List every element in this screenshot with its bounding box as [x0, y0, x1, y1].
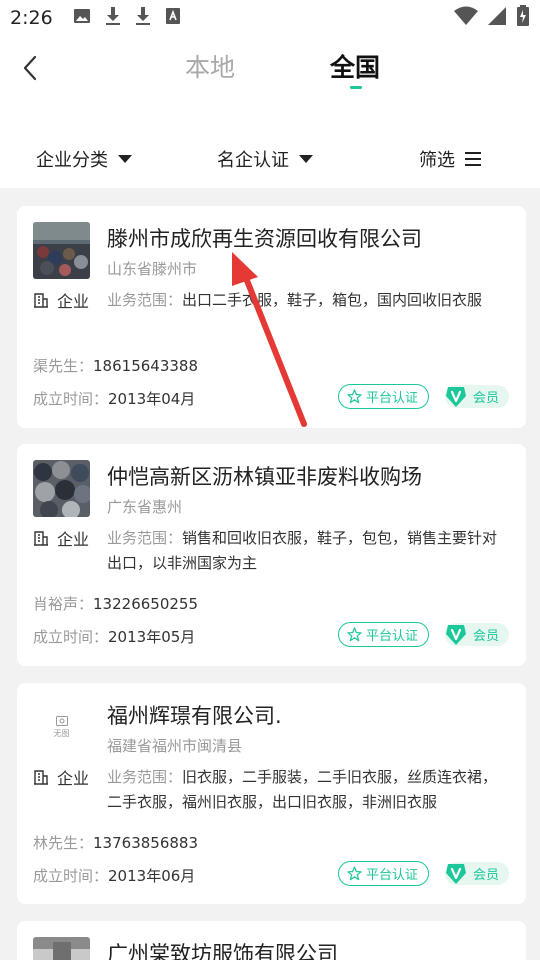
building-icon	[34, 770, 48, 785]
tab-indicator	[350, 86, 362, 89]
tab-local[interactable]: 本地	[185, 48, 235, 84]
founded-date: 2013年04月	[108, 390, 196, 408]
company-name[interactable]: 滕州市成欣再生资源回收有限公司	[107, 223, 422, 253]
contact-phone[interactable]: 13763856883	[93, 834, 198, 852]
company-type-label: 企业	[57, 769, 90, 788]
menu-icon	[465, 152, 481, 166]
contact-row: 肖裕声：13226650255	[33, 593, 198, 614]
building-icon	[34, 293, 48, 308]
filter-button[interactable]: 筛选	[419, 146, 481, 172]
building-icon	[34, 531, 48, 546]
member-label: 会员	[472, 391, 499, 406]
battery-icon	[516, 5, 530, 31]
platform-cert-badge: 平台认证	[337, 861, 429, 886]
founded-label: 成立时间：	[33, 390, 109, 408]
badges: 平台认证 会员	[337, 622, 509, 647]
contact-row: 渠先生：18615643388	[33, 355, 198, 376]
founded-row: 成立时间：2013年05月	[33, 626, 195, 647]
tab-national[interactable]: 全国	[330, 48, 380, 84]
certification-filter-label: 名企认证	[217, 150, 289, 171]
member-badge: 会员	[444, 862, 509, 885]
company-type: 企业	[33, 288, 89, 312]
star-icon	[347, 627, 362, 642]
founded-row: 成立时间：2013年04月	[33, 388, 195, 409]
business-scope: 业务范围：销售和回收旧衣服，鞋子，包包，销售主要针对出口，以非洲国家为主	[107, 526, 511, 576]
platform-cert-badge: 平台认证	[337, 384, 429, 409]
company-type: 企业	[33, 526, 89, 550]
founded-date: 2013年05月	[108, 628, 196, 646]
company-name[interactable]: 福州辉璟有限公司.	[107, 700, 282, 730]
contact-name: 肖裕声：	[33, 595, 94, 613]
top-navigation: 本地 全国	[0, 36, 540, 136]
company-card[interactable]: 无图 福州辉璟有限公司. 福建省福州市闽清县 企业 业务范围：旧衣服，二手服装，…	[17, 683, 526, 904]
business-scope: 业务范围：出口二手衣服，鞋子，箱包，国内回收旧衣服	[107, 288, 511, 313]
platform-cert-badge: 平台认证	[337, 622, 429, 647]
contact-row: 林先生：13763856883	[33, 832, 198, 853]
company-name[interactable]: 广州棠致坊服饰有限公司	[107, 938, 338, 960]
chevron-left-icon	[23, 55, 37, 81]
founded-label: 成立时间：	[33, 628, 109, 646]
badges: 平台认证 会员	[337, 861, 509, 886]
no-image-icon	[55, 716, 68, 726]
badges: 平台认证 会员	[337, 384, 509, 409]
image-icon	[73, 7, 91, 29]
business-scope: 业务范围：旧衣服，二手服装，二手旧衣服，丝质连衣裙，二手衣服，福州旧衣服，出口旧…	[107, 765, 511, 815]
download-icon	[135, 6, 151, 30]
contact-phone[interactable]: 13226650255	[93, 595, 198, 613]
member-badge: 会员	[444, 623, 509, 646]
star-icon	[347, 389, 362, 404]
company-type-label: 企业	[57, 530, 90, 549]
company-thumbnail	[33, 460, 90, 517]
app-notification-icon	[165, 7, 181, 29]
member-label: 会员	[472, 629, 499, 644]
wifi-icon	[454, 6, 478, 30]
business-scope-label: 业务范围：	[107, 768, 183, 786]
status-bar: 2:26	[0, 0, 540, 36]
member-label: 会员	[472, 868, 499, 883]
download-icon	[105, 6, 121, 30]
business-scope-text: 出口二手衣服，鞋子，箱包，国内回收旧衣服	[182, 291, 483, 309]
member-badge: 会员	[444, 385, 509, 408]
founded-date: 2013年06月	[108, 867, 196, 885]
company-thumbnail-placeholder: 无图	[33, 699, 90, 756]
contact-name: 林先生：	[33, 834, 94, 852]
company-card[interactable]: 仲恺高新区沥林镇亚非废料收购场 广东省惠州 企业 业务范围：销售和回收旧衣服，鞋…	[17, 444, 526, 666]
business-scope-label: 业务范围：	[107, 529, 183, 547]
company-location: 福建省福州市闽清县	[107, 737, 243, 755]
vip-shield-icon	[445, 387, 466, 407]
filter-bar: 企业分类 名企认证 筛选	[0, 136, 540, 188]
no-image-label: 无图	[53, 729, 70, 738]
company-thumbnail	[33, 937, 90, 960]
company-type-label: 企业	[57, 292, 90, 311]
vip-shield-icon	[445, 864, 466, 884]
platform-cert-label: 平台认证	[365, 629, 418, 644]
star-icon	[347, 866, 362, 881]
platform-cert-label: 平台认证	[365, 868, 418, 883]
vip-shield-icon	[445, 625, 466, 645]
business-scope-label: 业务范围：	[107, 291, 183, 309]
category-filter-label: 企业分类	[36, 150, 108, 171]
category-filter[interactable]: 企业分类	[36, 146, 132, 172]
platform-cert-label: 平台认证	[365, 391, 418, 406]
filter-label: 筛选	[419, 150, 455, 171]
contact-name: 渠先生：	[33, 357, 94, 375]
company-card[interactable]: 滕州市成欣再生资源回收有限公司 山东省滕州市 企业 业务范围：出口二手衣服，鞋子…	[17, 206, 526, 428]
contact-phone[interactable]: 18615643388	[93, 357, 198, 375]
company-type: 企业	[33, 765, 89, 789]
caret-down-icon	[299, 155, 313, 163]
company-card[interactable]: 广州棠致坊服饰有限公司	[17, 921, 526, 960]
founded-label: 成立时间：	[33, 867, 109, 885]
company-location: 山东省滕州市	[107, 260, 198, 278]
caret-down-icon	[118, 155, 132, 163]
certification-filter[interactable]: 名企认证	[217, 146, 313, 172]
back-button[interactable]	[16, 52, 44, 84]
company-location: 广东省惠州	[107, 498, 183, 516]
founded-row: 成立时间：2013年06月	[33, 865, 195, 886]
company-name[interactable]: 仲恺高新区沥林镇亚非废料收购场	[107, 461, 422, 491]
company-thumbnail	[33, 222, 90, 279]
signal-icon	[486, 6, 508, 30]
status-time: 2:26	[10, 7, 53, 29]
